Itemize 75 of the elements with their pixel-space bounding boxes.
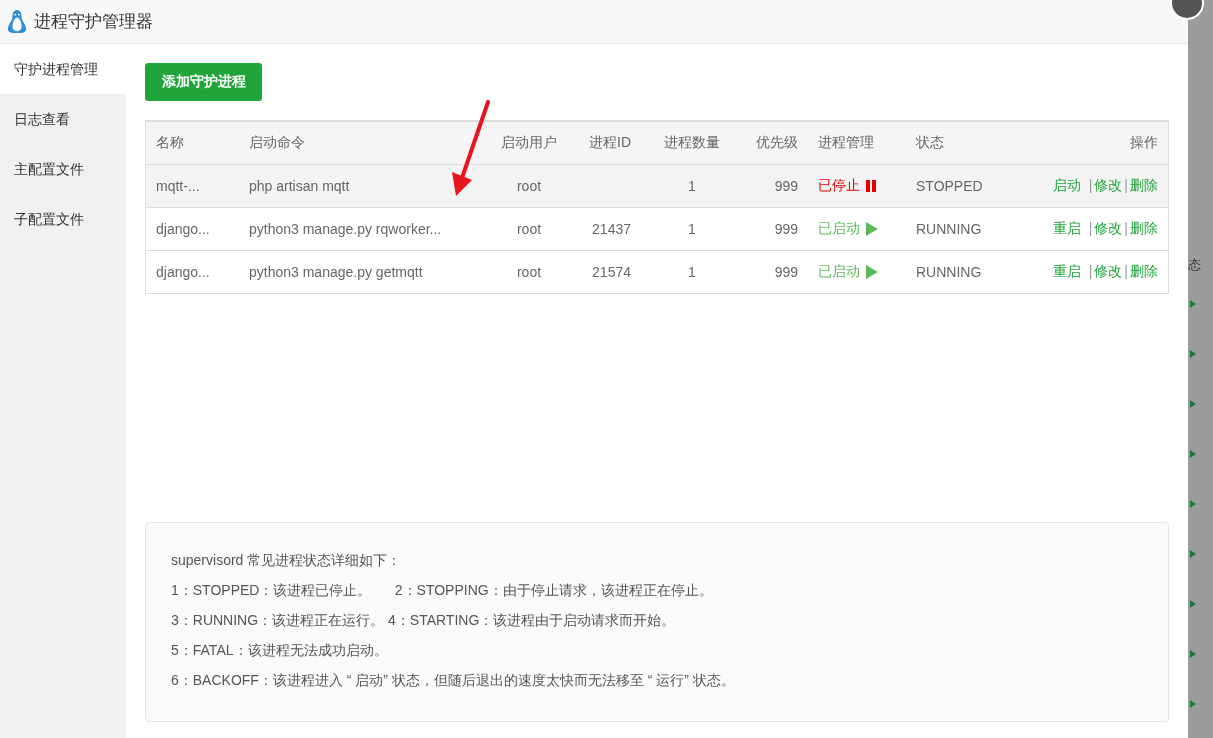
action-link[interactable]: 修改	[1094, 220, 1123, 236]
play-icon	[1190, 550, 1196, 558]
table-row[interactable]: mqtt-... php artisan mqtt root 1 999 已停止 STOPPED 启动 |修改|删除	[146, 164, 1168, 207]
action-link[interactable]: 重启	[1052, 263, 1081, 279]
separator: |	[1124, 177, 1128, 193]
status-label: 已停止	[818, 177, 860, 195]
separator: |	[1088, 177, 1093, 193]
table-cell-text: django...	[155, 221, 211, 237]
note-text: supervisord 常见进程状态详细如下：	[171, 551, 403, 570]
separator: |	[1124, 263, 1128, 279]
play-icon	[1190, 500, 1196, 508]
table-cell-text: mqtt-...	[155, 178, 201, 194]
play-icon	[1190, 600, 1196, 608]
table-cell-text: root	[515, 264, 543, 280]
column-header: 操作	[1129, 134, 1159, 152]
action-link[interactable]: 删除	[1130, 220, 1158, 236]
table-row[interactable]: django... python3 manage.py rqworker... root 21437 1 999 已启动 RUNNING 重启 |修改|删除	[146, 207, 1168, 250]
table-cell-text: RUNNING	[915, 221, 983, 237]
column-header: 启动命令	[248, 134, 306, 152]
column-header: 状态	[915, 134, 945, 152]
sidebar-item[interactable]: 日志查看	[0, 94, 126, 144]
table-cell: 21574	[592, 264, 631, 280]
action-link[interactable]: 重启	[1052, 220, 1081, 236]
note-text: 3：RUNNING：该进程正在运行。 4：STARTING：该进程由于启动请求而开始。	[171, 611, 677, 630]
column-header: 优先级	[755, 134, 799, 152]
status-label: 已启动	[818, 263, 860, 281]
table-cell-text: STOPPED	[915, 178, 984, 194]
table-cell-text: 1	[687, 178, 697, 194]
action-link[interactable]: 删除	[1130, 177, 1158, 193]
table-cell-text: 999	[773, 264, 799, 280]
column-header: 进程管理	[817, 134, 875, 152]
column-header: 态	[1188, 256, 1201, 274]
table-cell-text: python3 manage.py rqworker...	[248, 221, 443, 237]
play-icon	[866, 265, 878, 279]
table-row[interactable]: django... python3 manage.py getmqtt root 21574 1 999 已启动 RUNNING 重启 |修改|删除	[146, 250, 1168, 293]
table-cell-text: php artisan mqtt	[248, 178, 351, 194]
sidebar-item[interactable]: 守护进程管理	[0, 44, 126, 94]
sidebar-item[interactable]: 主配置文件	[0, 144, 126, 194]
column-header: 名称	[155, 134, 185, 152]
action-link[interactable]: 修改	[1094, 263, 1123, 279]
play-icon	[1190, 450, 1196, 458]
action-link[interactable]: 删除	[1130, 263, 1158, 279]
window-title: 进程守护管理器	[34, 11, 153, 33]
separator: |	[1124, 220, 1128, 236]
note-text: 6：BACKOFF：该进程进入 “ 启动” 状态，但随后退出的速度太快而无法移至 “ 运行” 状态。	[171, 671, 736, 690]
separator: |	[1088, 220, 1093, 236]
table-cell-text: 1	[687, 264, 697, 280]
table-cell: 21437	[592, 221, 631, 237]
table-cell-text: RUNNING	[915, 264, 983, 280]
status-label: 已启动	[818, 220, 860, 238]
action-link[interactable]: 启动	[1052, 177, 1081, 193]
play-icon	[1190, 350, 1196, 358]
table-cell-text: 999	[773, 221, 799, 237]
pause-icon	[866, 180, 876, 192]
play-icon	[866, 222, 878, 236]
sidebar-item[interactable]: 子配置文件	[0, 194, 126, 244]
column-header: 启动用户	[500, 134, 558, 152]
column-header: 进程ID	[588, 134, 632, 152]
note-text: 5：FATAL：该进程无法成功启动。	[171, 641, 389, 660]
table-cell-text: 1	[687, 221, 697, 237]
table-cell-text: 999	[773, 178, 799, 194]
separator: |	[1088, 263, 1093, 279]
table-cell-text: django...	[155, 264, 211, 280]
play-icon	[1190, 400, 1196, 408]
table-cell-text: root	[515, 178, 543, 194]
play-icon	[1190, 300, 1196, 308]
table-cell-text: python3 manage.py getmqtt	[248, 264, 424, 280]
play-icon	[1190, 650, 1196, 658]
action-link[interactable]: 修改	[1094, 177, 1123, 193]
add-process-button[interactable]: 添加守护进程	[145, 63, 262, 101]
column-header: 进程数量	[663, 134, 721, 152]
penguin-icon	[6, 8, 28, 35]
note-text: 1：STOPPED：该进程已停止。 2：STOPPING：由于停止请求，该进程正在停止。	[171, 581, 714, 600]
play-icon	[1190, 700, 1196, 708]
table-cell-text: root	[515, 221, 543, 237]
